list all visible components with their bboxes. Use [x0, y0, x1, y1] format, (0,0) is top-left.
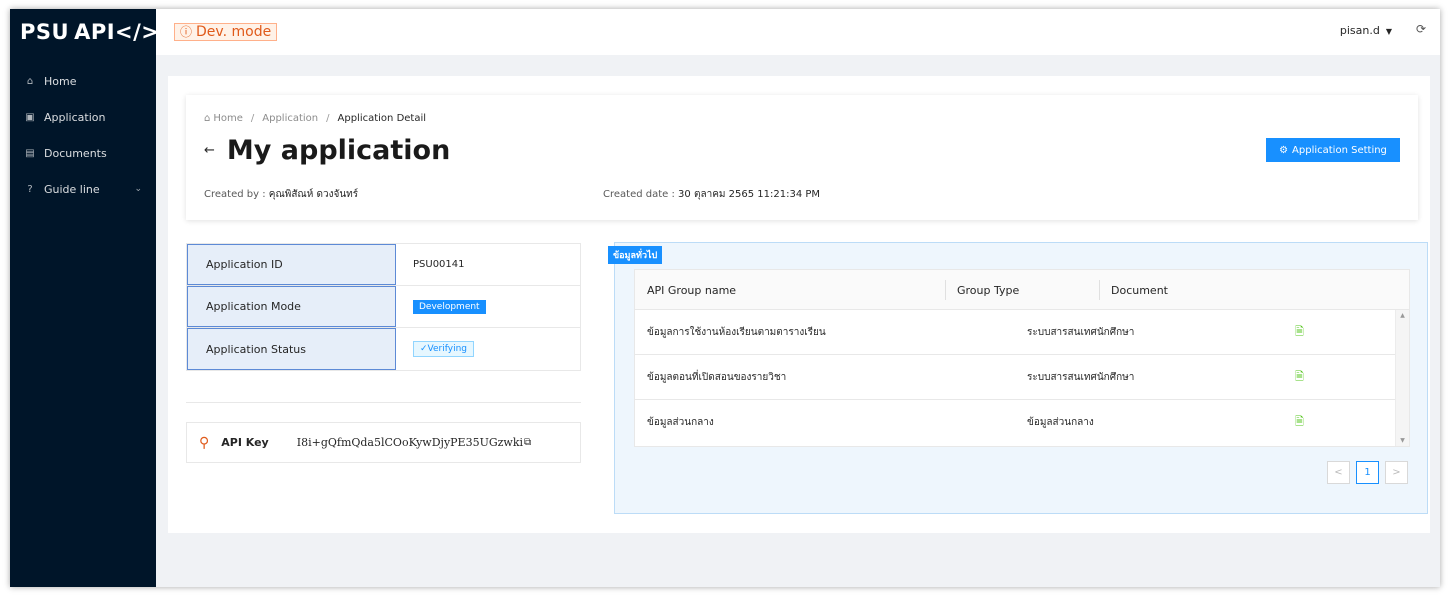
table-header: API Group name Group Type Document — [635, 270, 1409, 310]
sidebar-item-label: Guide line — [44, 182, 100, 196]
general-info-panel: ข้อมูลทั่วไป API Group name Group Type D… — [608, 242, 1428, 514]
created-by: Created by : คุณพิสัณห์ ดวงจันทร์ — [204, 187, 358, 202]
api-key-box: ⚲ API Key I8i+gQfmQda5lCOoKywDjyPE35UGzw… — [186, 422, 581, 463]
column-separator — [1099, 280, 1100, 300]
verifying-label: Verifying — [427, 344, 467, 354]
sidebar-item-home[interactable]: ⌂ Home — [10, 63, 156, 99]
sidebar-menu: ⌂ Home ▣ Application ▤ Documents ? Guide… — [10, 63, 156, 207]
application-setting-button[interactable]: ⚙ Application Setting — [1266, 138, 1400, 162]
created-by-label: Created by : — [204, 189, 266, 200]
sidebar-item-guide-line[interactable]: ? Guide line ⌄ — [10, 171, 156, 207]
created-by-value: คุณพิสัณห์ ดวงจันทร์ — [268, 189, 359, 200]
copy-icon[interactable]: ⧉ — [524, 437, 531, 448]
check-icon: ✓ — [420, 344, 428, 354]
logo-suffix: API</> — [74, 20, 160, 44]
app-window: PSU API</> ⌂ Home ▣ Application ▤ Documen… — [10, 9, 1440, 587]
scroll-up-icon[interactable]: ▲ — [1396, 312, 1409, 319]
home-icon: ⌂ — [204, 113, 211, 124]
breadcrumb-separator: / — [250, 113, 255, 124]
back-arrow-icon[interactable]: ← — [204, 143, 215, 158]
main-content: ⌂ Home / Application / Application Detai… — [168, 76, 1430, 533]
info-row-application-status: Application Status ✓Verifying — [187, 328, 580, 370]
breadcrumb: ⌂ Home / Application / Application Detai… — [204, 113, 426, 124]
api-key-value: I8i+gQfmQda5lCOoKywDjyPE35UGzwki — [296, 436, 524, 449]
exclamation-circle-icon: ⓘ — [180, 25, 193, 39]
application-mode-value: Development — [413, 286, 486, 327]
created-date-label: Created date : — [603, 189, 675, 200]
breadcrumb-application[interactable]: Application — [262, 113, 318, 124]
chevron-down-icon: ⌄ — [134, 184, 142, 194]
column-header-group-type: Group Type — [957, 283, 1020, 297]
info-label: Application Mode — [187, 286, 396, 327]
key-icon: ⚲ — [199, 434, 210, 451]
pagination: < 1 > — [1327, 461, 1408, 484]
document-view-icon[interactable]: 🗎 — [1295, 368, 1304, 387]
gear-icon: ⚙ — [1279, 144, 1289, 156]
api-group-name: ข้อมูลตอนที่เปิดสอนของรายวิชา — [647, 372, 787, 383]
page-title: My application — [226, 135, 451, 166]
application-status-value: ✓Verifying — [413, 328, 474, 370]
application-id-value: PSU00141 — [413, 259, 465, 270]
created-date: Created date : 30 ตุลาคม 2565 11:21:34 P… — [603, 187, 820, 202]
pagination-page-1[interactable]: 1 — [1356, 461, 1379, 484]
group-type: ข้อมูลส่วนกลาง — [1027, 417, 1094, 428]
sidebar-item-label: Application — [44, 110, 106, 124]
table-row: ข้อมูลการใช้งานห้องเรียนตามตารางเรียน ระ… — [635, 310, 1395, 355]
breadcrumb-separator: / — [326, 113, 330, 124]
question-circle-icon: ? — [27, 183, 33, 195]
table-row: ข้อมูลตอนที่เปิดสอนของรายวิชา ระบบสารสนเ… — [635, 355, 1395, 400]
column-header-api-group-name: API Group name — [647, 283, 737, 297]
application-icon: ▣ — [25, 111, 35, 123]
api-group-table: API Group name Group Type Document ข้อมู… — [634, 269, 1410, 447]
info-row-application-mode: Application Mode Development — [187, 286, 580, 328]
info-row-application-id: Application ID PSU00141 — [187, 244, 580, 286]
caret-down-icon: ▼ — [1385, 27, 1392, 36]
title-row: ← My application — [204, 135, 450, 166]
pagination-next-button[interactable]: > — [1385, 461, 1408, 484]
breadcrumb-current: Application Detail — [337, 113, 427, 124]
top-header: ⓘ Dev. mode pisan.d ▼ ⟳ — [156, 9, 1440, 55]
created-date-value: 30 ตุลาคม 2565 11:21:34 PM — [678, 189, 821, 200]
breadcrumb-home[interactable]: Home — [213, 113, 243, 124]
group-type: ระบบสารสนเทศนักศึกษา — [1027, 327, 1135, 338]
application-info-table: Application ID PSU00141 Application Mode… — [186, 243, 581, 371]
table-row: ข้อมูลส่วนกลาง ข้อมูลส่วนกลาง 🗎 — [635, 400, 1395, 445]
column-separator — [945, 280, 946, 300]
sidebar-item-label: Home — [44, 74, 77, 88]
document-view-icon[interactable]: 🗎 — [1295, 323, 1304, 342]
sidebar-item-label: Documents — [44, 146, 107, 160]
scroll-down-icon[interactable]: ▼ — [1396, 437, 1409, 444]
api-group-name: ข้อมูลการใช้งานห้องเรียนตามตารางเรียน — [647, 327, 826, 338]
dev-mode-label: Dev. mode — [196, 24, 272, 40]
sidebar-item-application[interactable]: ▣ Application — [10, 99, 156, 135]
divider — [186, 402, 581, 403]
sidebar-item-documents[interactable]: ▤ Documents — [10, 135, 156, 171]
application-setting-label: Application Setting — [1292, 144, 1387, 156]
logout-icon[interactable]: ⟳ — [1416, 22, 1426, 36]
page-header-card: ⌂ Home / Application / Application Detai… — [186, 95, 1418, 220]
pagination-prev-button[interactable]: < — [1327, 461, 1350, 484]
dev-mode-badge: ⓘ Dev. mode — [174, 23, 278, 41]
logo[interactable]: PSU API</> — [10, 9, 160, 55]
document-view-icon[interactable]: 🗎 — [1295, 413, 1304, 432]
general-info-ribbon: ข้อมูลทั่วไป — [608, 246, 663, 264]
info-label: Application Status — [187, 328, 396, 370]
username: pisan.d — [1339, 24, 1380, 37]
sidebar: PSU API</> ⌂ Home ▣ Application ▤ Documen… — [10, 9, 160, 587]
api-key-label: API Key — [221, 436, 269, 449]
info-label: Application ID — [187, 244, 396, 285]
api-group-name: ข้อมูลส่วนกลาง — [647, 417, 714, 428]
document-icon: ▤ — [25, 147, 35, 159]
verifying-tag: ✓Verifying — [413, 341, 474, 357]
column-header-document: Document — [1111, 283, 1168, 297]
home-icon: ⌂ — [26, 75, 34, 87]
group-type: ระบบสารสนเทศนักศึกษา — [1027, 372, 1135, 383]
logo-prefix: PSU — [20, 20, 70, 44]
user-menu[interactable]: pisan.d ▼ — [1340, 24, 1392, 37]
development-tag: Development — [413, 299, 486, 314]
table-scrollbar[interactable]: ▲ ▼ — [1395, 310, 1409, 446]
